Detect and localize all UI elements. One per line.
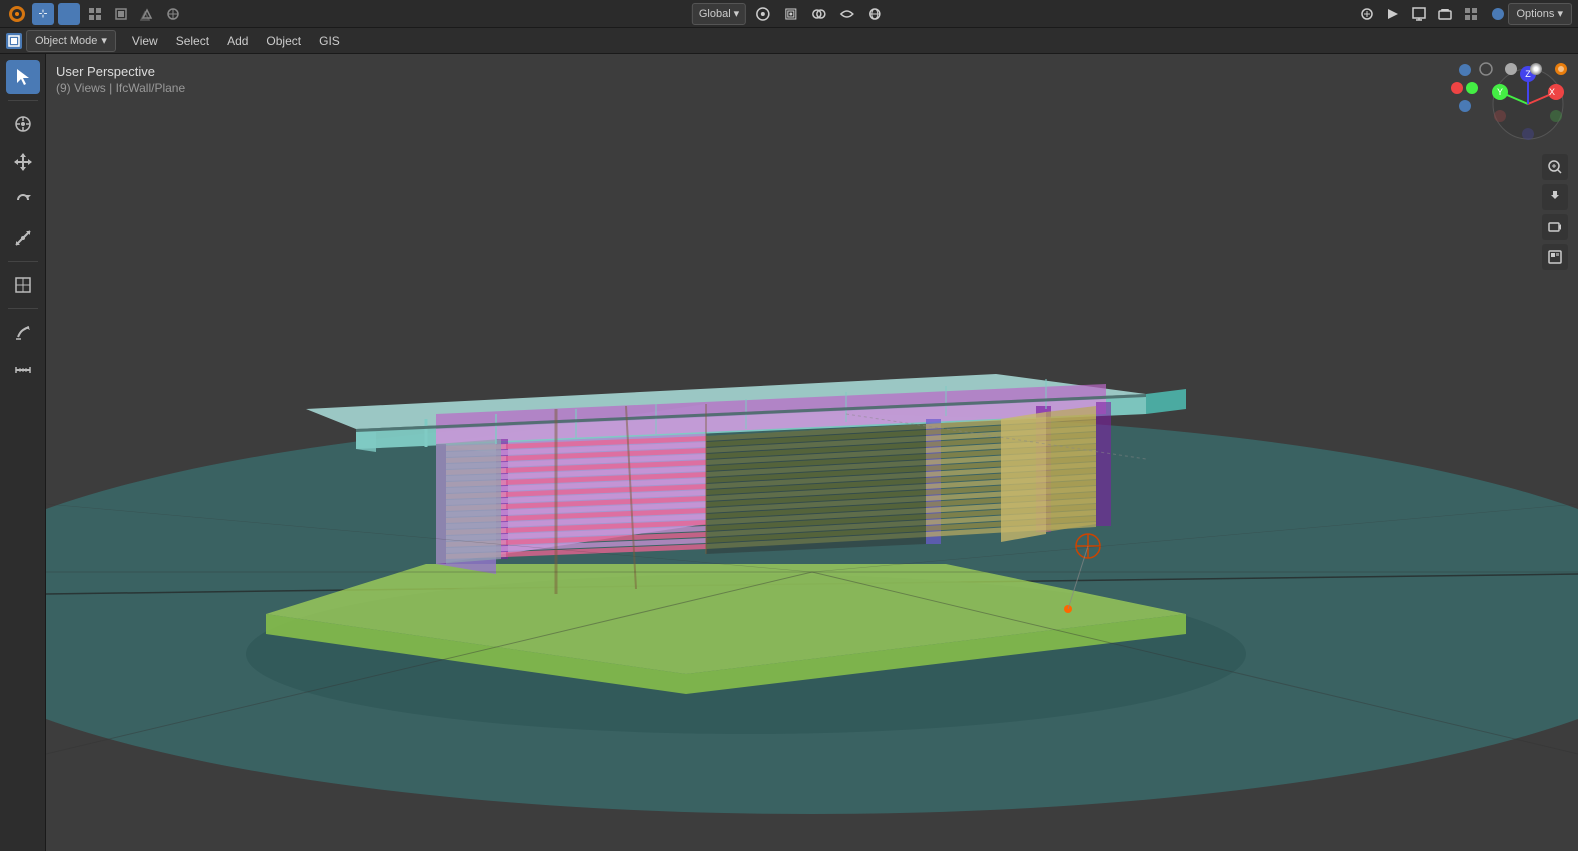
dot-blue	[1492, 8, 1504, 20]
box-select-btn[interactable]	[58, 3, 80, 25]
render-btn[interactable]	[1542, 244, 1568, 270]
status-dots	[1492, 8, 1504, 20]
view-layer-btn[interactable]	[1434, 3, 1456, 25]
scene-icon-btn[interactable]	[1356, 3, 1378, 25]
xray-btn[interactable]	[836, 3, 858, 25]
options-button[interactable]: Options ▾	[1508, 3, 1573, 25]
icon-btn-5[interactable]	[136, 3, 158, 25]
axis-indicators	[1451, 64, 1478, 112]
render-engine-btn[interactable]	[1382, 3, 1404, 25]
pan-btn[interactable]	[1542, 184, 1568, 210]
icon-btn-6[interactable]	[162, 3, 184, 25]
mode-selector: Object Mode ▾	[6, 30, 116, 52]
measure-tool-btn[interactable]	[6, 353, 40, 387]
svg-text:X: X	[1549, 87, 1555, 97]
cursor-tool-btn[interactable]: ⊹	[32, 3, 54, 25]
icon-btn-4[interactable]	[110, 3, 132, 25]
proportional-edit-btn[interactable]	[752, 3, 774, 25]
rotate-tool-btn[interactable]	[6, 183, 40, 217]
camera-view-btn[interactable]	[1542, 214, 1568, 240]
output-btn[interactable]	[1408, 3, 1430, 25]
mode-icon	[6, 33, 22, 49]
menu-gis[interactable]: GIS	[311, 30, 348, 52]
menu-view[interactable]: View	[124, 30, 166, 52]
menu-bar: Object Mode ▾ View Select Add Object GIS	[0, 28, 1578, 54]
y-dot	[1466, 82, 1478, 94]
toolbar-separator-1	[8, 100, 38, 101]
snap-btn[interactable]	[780, 3, 802, 25]
xy-dots	[1451, 82, 1478, 94]
zoom-btn[interactable]	[1542, 154, 1568, 180]
left-toolbar	[0, 54, 46, 851]
rendered-shading-btn[interactable]	[1550, 58, 1572, 80]
toolbar-separator-3	[8, 308, 38, 309]
top-bar-center: Global ▾	[692, 3, 886, 25]
top-bar-left: ⊹	[6, 3, 184, 25]
wireframe-shading-btn[interactable]	[1475, 58, 1497, 80]
transform-btn[interactable]	[84, 3, 106, 25]
workspaces-btn[interactable]	[1460, 3, 1482, 25]
viewport-shading-icons	[1475, 56, 1572, 82]
top-bar-right: Options ▾	[1356, 3, 1573, 25]
solid-shading-btn[interactable]	[1500, 58, 1522, 80]
menu-object[interactable]: Object	[258, 30, 309, 52]
menu-add[interactable]: Add	[219, 30, 256, 52]
select-tool-btn[interactable]	[6, 60, 40, 94]
transform-tool-btn[interactable]	[6, 268, 40, 302]
z-dot	[1459, 64, 1471, 76]
mode-label: Object Mode	[35, 35, 97, 47]
top-bar: ⊹	[0, 0, 1578, 28]
blender-logo-btn[interactable]	[6, 3, 28, 25]
z2-dot	[1459, 100, 1471, 112]
shading-wire-btn[interactable]	[864, 3, 886, 25]
viewport[interactable]: User Perspective (9) Views | IfcWall/Pla…	[46, 54, 1578, 851]
toolbar-separator-2	[8, 261, 38, 262]
overlay-btn[interactable]	[808, 3, 830, 25]
svg-text:Y: Y	[1497, 87, 1503, 97]
material-shading-btn[interactable]	[1525, 58, 1547, 80]
x-dot	[1451, 82, 1463, 94]
menu-select[interactable]: Select	[168, 30, 217, 52]
global-label: Global	[699, 8, 731, 20]
move-tool-btn[interactable]	[6, 145, 40, 179]
3d-scene	[46, 54, 1578, 851]
annotate-tool-btn[interactable]	[6, 315, 40, 349]
scale-tool-btn[interactable]	[6, 221, 40, 255]
object-mode-dropdown[interactable]: Object Mode ▾	[26, 30, 116, 52]
cursor-tool-btn-left[interactable]	[6, 107, 40, 141]
viewport-shading-dropdown[interactable]: Global ▾	[692, 3, 746, 25]
viewport-right-icons	[1542, 154, 1568, 270]
